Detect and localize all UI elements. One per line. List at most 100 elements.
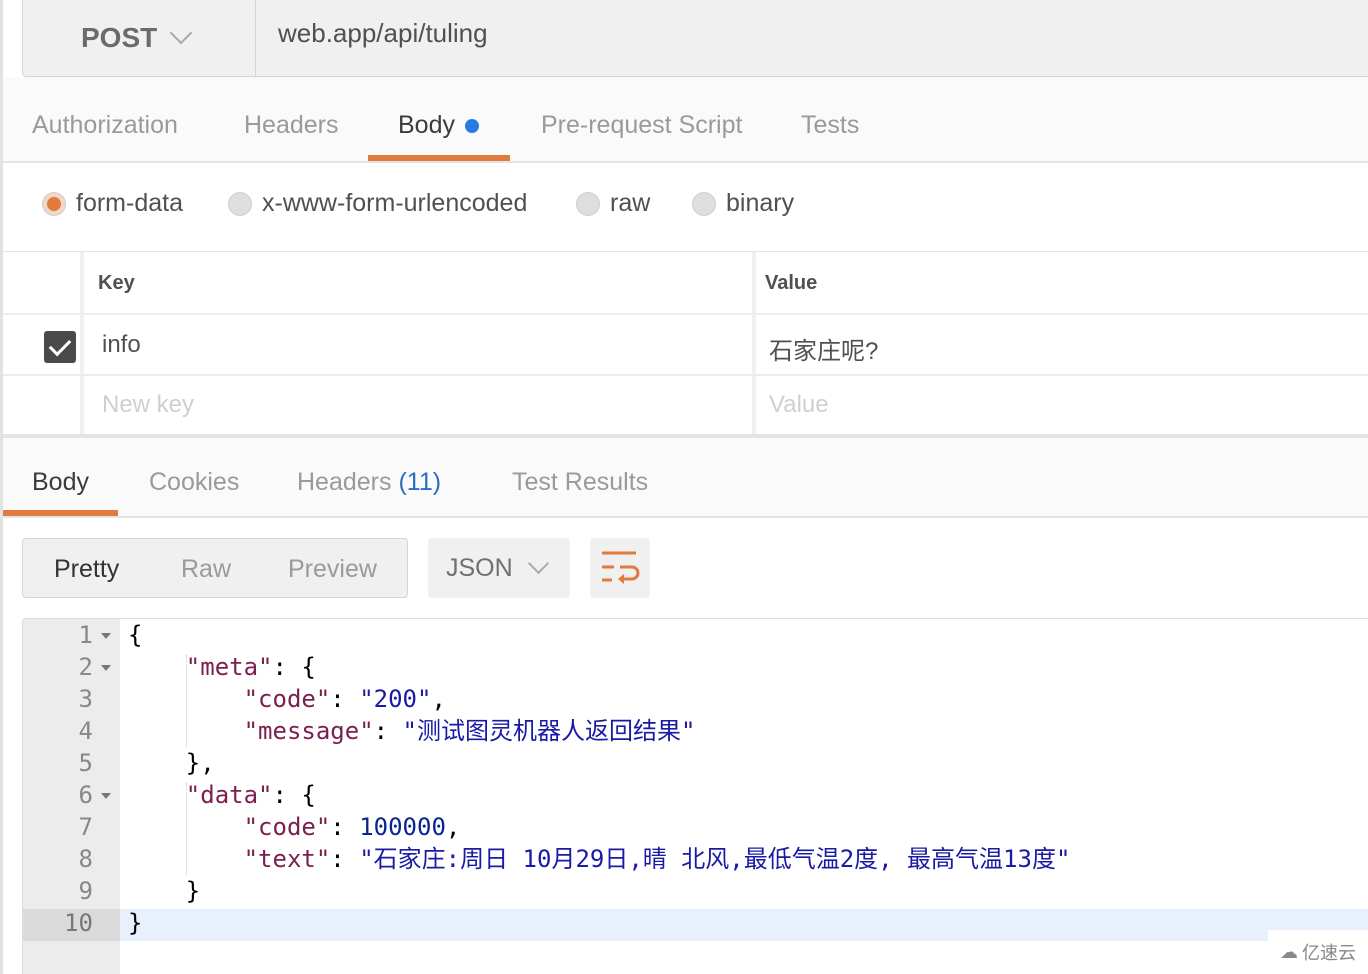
json-number: 100000 [359,813,446,841]
new-key-input[interactable]: New key [102,391,194,419]
response-tab-headers[interactable]: Headers (11) [297,468,441,497]
code-line: "text": "石家庄:周日 10月29日,晴 北风,最低气温2度, 最高气温… [128,843,1071,875]
json-punctuation [128,717,244,745]
radio-icon [576,191,600,216]
format-select[interactable]: JSON [428,538,570,598]
row-divider [3,374,1368,376]
modified-dot-icon [464,119,479,134]
json-punctuation: , [445,813,461,841]
code-line: "meta": { [128,651,316,683]
code-line: "code": 100000, [128,811,461,843]
new-value-input[interactable]: Value [769,391,829,419]
value-input[interactable]: 石家庄呢? [769,331,878,366]
json-string: "石家庄:周日 10月29日,晴 北风,最低气温2度, 最高气温13度" [359,845,1071,873]
response-code-editor[interactable]: 1{2 "meta": {3 "code": "200", 4 "message"… [22,618,1368,974]
key-input[interactable]: info [102,331,141,359]
tab-body-label: Body [398,111,455,139]
code-line: } [128,875,200,907]
tab-headers[interactable]: Headers [244,111,339,140]
method-select[interactable]: POST [23,0,256,76]
line-number: 1 [78,621,93,649]
column-header-value: Value [765,272,818,294]
radio-label: form-data [76,189,183,217]
line-number: 9 [78,877,93,905]
wrap-lines-button[interactable] [590,538,650,598]
line-number: 4 [78,717,93,745]
watermark: ☁ 亿速云 [1268,930,1368,974]
wrap-lines-icon [602,551,640,584]
request-tabs: Authorization Headers Body Pre-request S… [3,77,1368,163]
json-punctuation: : [330,813,360,841]
column-divider [80,252,84,437]
column-divider [752,252,756,437]
fold-arrow-icon[interactable] [101,665,111,671]
header-count: (11) [398,468,442,496]
tab-body[interactable]: Body [398,111,479,140]
format-label: JSON [446,553,513,582]
response-tab-test-results[interactable]: Test Results [512,468,648,497]
json-punctuation: } [128,877,201,905]
radio-icon [692,191,716,216]
line-number: 5 [78,749,93,777]
json-punctuation: : [330,845,360,873]
radio-label: binary [726,189,795,217]
column-header-key: Key [98,272,135,294]
response-tab-cookies[interactable]: Cookies [149,468,239,497]
code-line: }, [128,747,215,779]
watermark-text: 亿速云 [1302,943,1356,963]
cloud-logo-icon: ☁ [1280,941,1298,962]
code-line: "data": { [128,779,316,811]
code-line: { [128,619,142,651]
radio-form-data[interactable]: form-data [42,189,183,218]
json-punctuation: }, [128,749,215,777]
tab-tests[interactable]: Tests [801,111,859,140]
active-line-highlight [23,909,1368,941]
json-punctuation [128,845,244,873]
radio-selected-icon [42,191,66,216]
chevron-down-icon [527,552,549,574]
json-string: "200" [359,685,432,713]
code-line: "code": "200", [128,683,446,715]
json-key: "data" [185,781,273,809]
row-divider [3,313,1368,315]
json-punctuation [128,813,244,841]
json-punctuation: : [330,685,360,713]
request-url-bar: POST web.app/api/tuling [22,0,1368,77]
line-number: 2 [78,653,93,681]
form-data-table: Key Value info 石家庄呢? New key Value [3,251,1368,437]
view-preview[interactable]: Preview [288,555,377,584]
tab-label: Headers [297,468,392,496]
active-tab-indicator [3,510,118,516]
json-punctuation: } [128,909,143,937]
line-number: 7 [78,813,93,841]
active-tab-indicator [368,155,510,161]
json-key: "code" [243,813,331,841]
json-punctuation [128,685,244,713]
radio-label: x-www-form-urlencoded [262,189,528,217]
code-line: "message": "测试图灵机器人返回结果" [128,715,696,747]
response-tab-body[interactable]: Body [32,468,89,497]
json-punctuation [128,781,186,809]
url-input[interactable]: web.app/api/tuling [278,18,488,49]
json-key: "meta" [185,653,273,681]
view-mode-toggle: Pretty Raw Preview [22,538,408,598]
radio-x-www-form-urlencoded[interactable]: x-www-form-urlencoded [228,189,527,218]
json-punctuation: : { [272,781,316,809]
radio-label: raw [610,189,651,217]
radio-raw[interactable]: raw [576,189,650,218]
view-pretty[interactable]: Pretty [54,555,119,584]
fold-arrow-icon[interactable] [101,633,111,639]
json-key: "text" [243,845,331,873]
json-key: "code" [243,685,331,713]
row-enabled-checkbox[interactable] [44,331,76,363]
json-punctuation: , [431,685,446,713]
json-punctuation [128,653,186,681]
tab-authorization[interactable]: Authorization [32,111,178,140]
fold-arrow-icon[interactable] [101,793,111,799]
line-number: 3 [78,685,93,713]
json-punctuation: { [128,621,143,649]
line-number: 8 [78,845,93,873]
radio-binary[interactable]: binary [692,189,794,218]
tab-pre-request-script[interactable]: Pre-request Script [541,111,742,140]
view-raw[interactable]: Raw [181,555,231,584]
